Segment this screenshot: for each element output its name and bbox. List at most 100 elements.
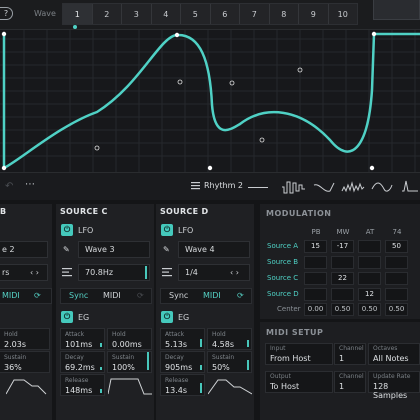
mod-cell[interactable] xyxy=(385,272,408,285)
source-c-decay[interactable]: Decay 69.2ms xyxy=(60,351,105,373)
top-right-panel[interactable] xyxy=(373,0,420,20)
mod-center-cell[interactable]: 0.50 xyxy=(358,303,381,316)
control-point[interactable] xyxy=(207,165,213,171)
midi-output-channel[interactable]: Channel 1 xyxy=(334,371,366,393)
shape-thumb-pulse[interactable] xyxy=(402,180,418,192)
waveform-editor[interactable] xyxy=(0,30,420,172)
hold-label: Hold xyxy=(212,331,226,338)
source-c-attack[interactable]: Attack 101ms xyxy=(60,328,105,350)
mod-cell[interactable]: 15 xyxy=(304,240,327,253)
mod-cell[interactable] xyxy=(304,272,327,285)
source-d-decay[interactable]: Decay 905ms xyxy=(160,351,205,373)
mod-cell[interactable] xyxy=(385,288,408,301)
tab-wave-5[interactable]: 5 xyxy=(181,4,211,24)
tab-wave-8[interactable]: 8 xyxy=(270,4,299,24)
bezier-handle[interactable] xyxy=(177,79,183,85)
shape-thumb-noise[interactable] xyxy=(341,181,365,193)
control-point[interactable] xyxy=(371,31,377,37)
source-d-hold[interactable]: Hold 4.58s xyxy=(207,328,252,350)
source-b-midi-button[interactable]: MIDI xyxy=(2,291,20,300)
mod-cell[interactable] xyxy=(358,272,381,285)
source-b-stepper[interactable]: ‹ › xyxy=(30,268,39,277)
source-d-wave-select[interactable]: Wave 4 xyxy=(178,241,250,258)
rate-list-icon[interactable] xyxy=(162,268,172,277)
mod-cell[interactable] xyxy=(358,256,381,269)
source-c-hold[interactable]: Hold 0.00ms xyxy=(107,328,152,350)
pencil-icon[interactable]: ✎ xyxy=(63,245,70,254)
mod-cell[interactable]: 22 xyxy=(331,272,354,285)
mod-cell[interactable] xyxy=(331,288,354,301)
source-c-wave-select[interactable]: Wave 3 xyxy=(78,241,150,258)
source-d-attack[interactable]: Attack 5.13s xyxy=(160,328,205,350)
mod-cell[interactable] xyxy=(385,256,408,269)
preset-flat-shape[interactable] xyxy=(248,187,268,188)
control-point[interactable] xyxy=(1,31,7,37)
mod-cell[interactable]: 12 xyxy=(358,288,381,301)
source-c-loop-icon[interactable]: ⟳ xyxy=(137,291,144,300)
source-d-rate-field[interactable]: 1/4 xyxy=(178,264,250,281)
waveform-canvas[interactable] xyxy=(0,30,420,172)
control-point[interactable] xyxy=(369,165,375,171)
pencil-icon[interactable]: ✎ xyxy=(163,245,170,254)
mod-cell[interactable]: 50 xyxy=(385,240,408,253)
source-d-sync-button[interactable]: Sync xyxy=(169,291,188,300)
source-c-rate-field[interactable]: 70.8Hz xyxy=(78,264,150,281)
midi-input-select[interactable]: Input From Host xyxy=(265,343,333,365)
bezier-handle[interactable] xyxy=(259,137,265,143)
source-c-sustain[interactable]: Sustain 100% xyxy=(107,351,152,373)
tab-wave-2[interactable]: 2 xyxy=(93,4,122,24)
source-d-loop-icon[interactable]: ⟳ xyxy=(237,291,244,300)
mod-cell[interactable]: -17 xyxy=(331,240,354,253)
mod-center-cell[interactable]: 0.50 xyxy=(331,303,354,316)
tab-wave-10[interactable]: 10 xyxy=(329,4,358,24)
undo-icon[interactable]: ↶ xyxy=(5,181,13,192)
source-b-loop-icon[interactable]: ⟳ xyxy=(34,291,41,300)
source-d-eg-power-icon[interactable]: ⏻ xyxy=(161,311,173,323)
source-d-rate-stepper[interactable]: ‹ › xyxy=(230,268,239,277)
control-points[interactable] xyxy=(1,31,377,171)
tab-wave-9[interactable]: 9 xyxy=(299,4,329,24)
control-point[interactable] xyxy=(174,32,180,38)
source-b-wave-select[interactable]: e 2 xyxy=(0,241,48,258)
source-d-sustain[interactable]: Sustain 50% xyxy=(207,351,252,373)
source-d-lfo-label: LFO xyxy=(178,226,194,235)
more-options-icon[interactable]: ⋯ xyxy=(25,179,36,190)
mod-center-cell[interactable]: 0.00 xyxy=(304,303,327,316)
mod-cell[interactable] xyxy=(331,256,354,269)
control-point[interactable] xyxy=(1,165,7,171)
shape-thumbnails[interactable] xyxy=(280,177,420,197)
source-c-lfo-power-icon[interactable]: ⏻ xyxy=(61,224,73,236)
source-d-lfo-power-icon[interactable]: ⏻ xyxy=(161,224,173,236)
midi-output-select[interactable]: Output To Host xyxy=(265,371,333,393)
tab-wave-6[interactable]: 6 xyxy=(211,4,240,24)
help-icon[interactable]: ? xyxy=(0,7,13,20)
rate-list-icon[interactable] xyxy=(62,268,72,277)
tab-wave-7[interactable]: 7 xyxy=(240,4,270,24)
shape-thumb-curve[interactable] xyxy=(371,182,393,192)
source-b-rate-field[interactable]: rs xyxy=(0,264,48,281)
bezier-handle[interactable] xyxy=(94,145,100,151)
midi-update-rate-select[interactable]: Update Rate 128 Samples xyxy=(368,371,420,400)
waveform-curve[interactable] xyxy=(2,32,420,170)
source-c-eg-power-icon[interactable]: ⏻ xyxy=(61,311,73,323)
preset-list-icon[interactable] xyxy=(191,181,200,190)
shape-thumb-square-pulse[interactable] xyxy=(282,181,305,194)
shape-thumb-ramp[interactable] xyxy=(313,182,335,192)
mod-center-cell[interactable]: 0.50 xyxy=(385,303,408,316)
mod-cell[interactable] xyxy=(304,256,327,269)
source-d-release[interactable]: Release 13.4s xyxy=(160,374,205,396)
source-c-sync-button[interactable]: Sync xyxy=(69,291,88,300)
tab-wave-4[interactable]: 4 xyxy=(152,4,181,24)
preset-name[interactable]: Rhythm 2 xyxy=(204,181,243,190)
tab-wave-3[interactable]: 3 xyxy=(122,4,152,24)
source-c-midi-button[interactable]: MIDI xyxy=(103,291,121,300)
source-b-hold[interactable]: Hold 2.03s xyxy=(0,328,50,350)
tab-wave-1[interactable]: 1 xyxy=(63,4,93,24)
midi-input-channel[interactable]: Channel 1 xyxy=(334,343,366,365)
source-c-release[interactable]: Release 148ms xyxy=(60,374,105,396)
mod-cell[interactable] xyxy=(304,288,327,301)
mod-cell[interactable] xyxy=(358,240,381,253)
midi-octaves-select[interactable]: Octaves All Notes xyxy=(368,343,420,365)
source-b-sustain[interactable]: Sustain 36% xyxy=(0,351,50,373)
source-d-midi-button[interactable]: MIDI xyxy=(203,291,221,300)
